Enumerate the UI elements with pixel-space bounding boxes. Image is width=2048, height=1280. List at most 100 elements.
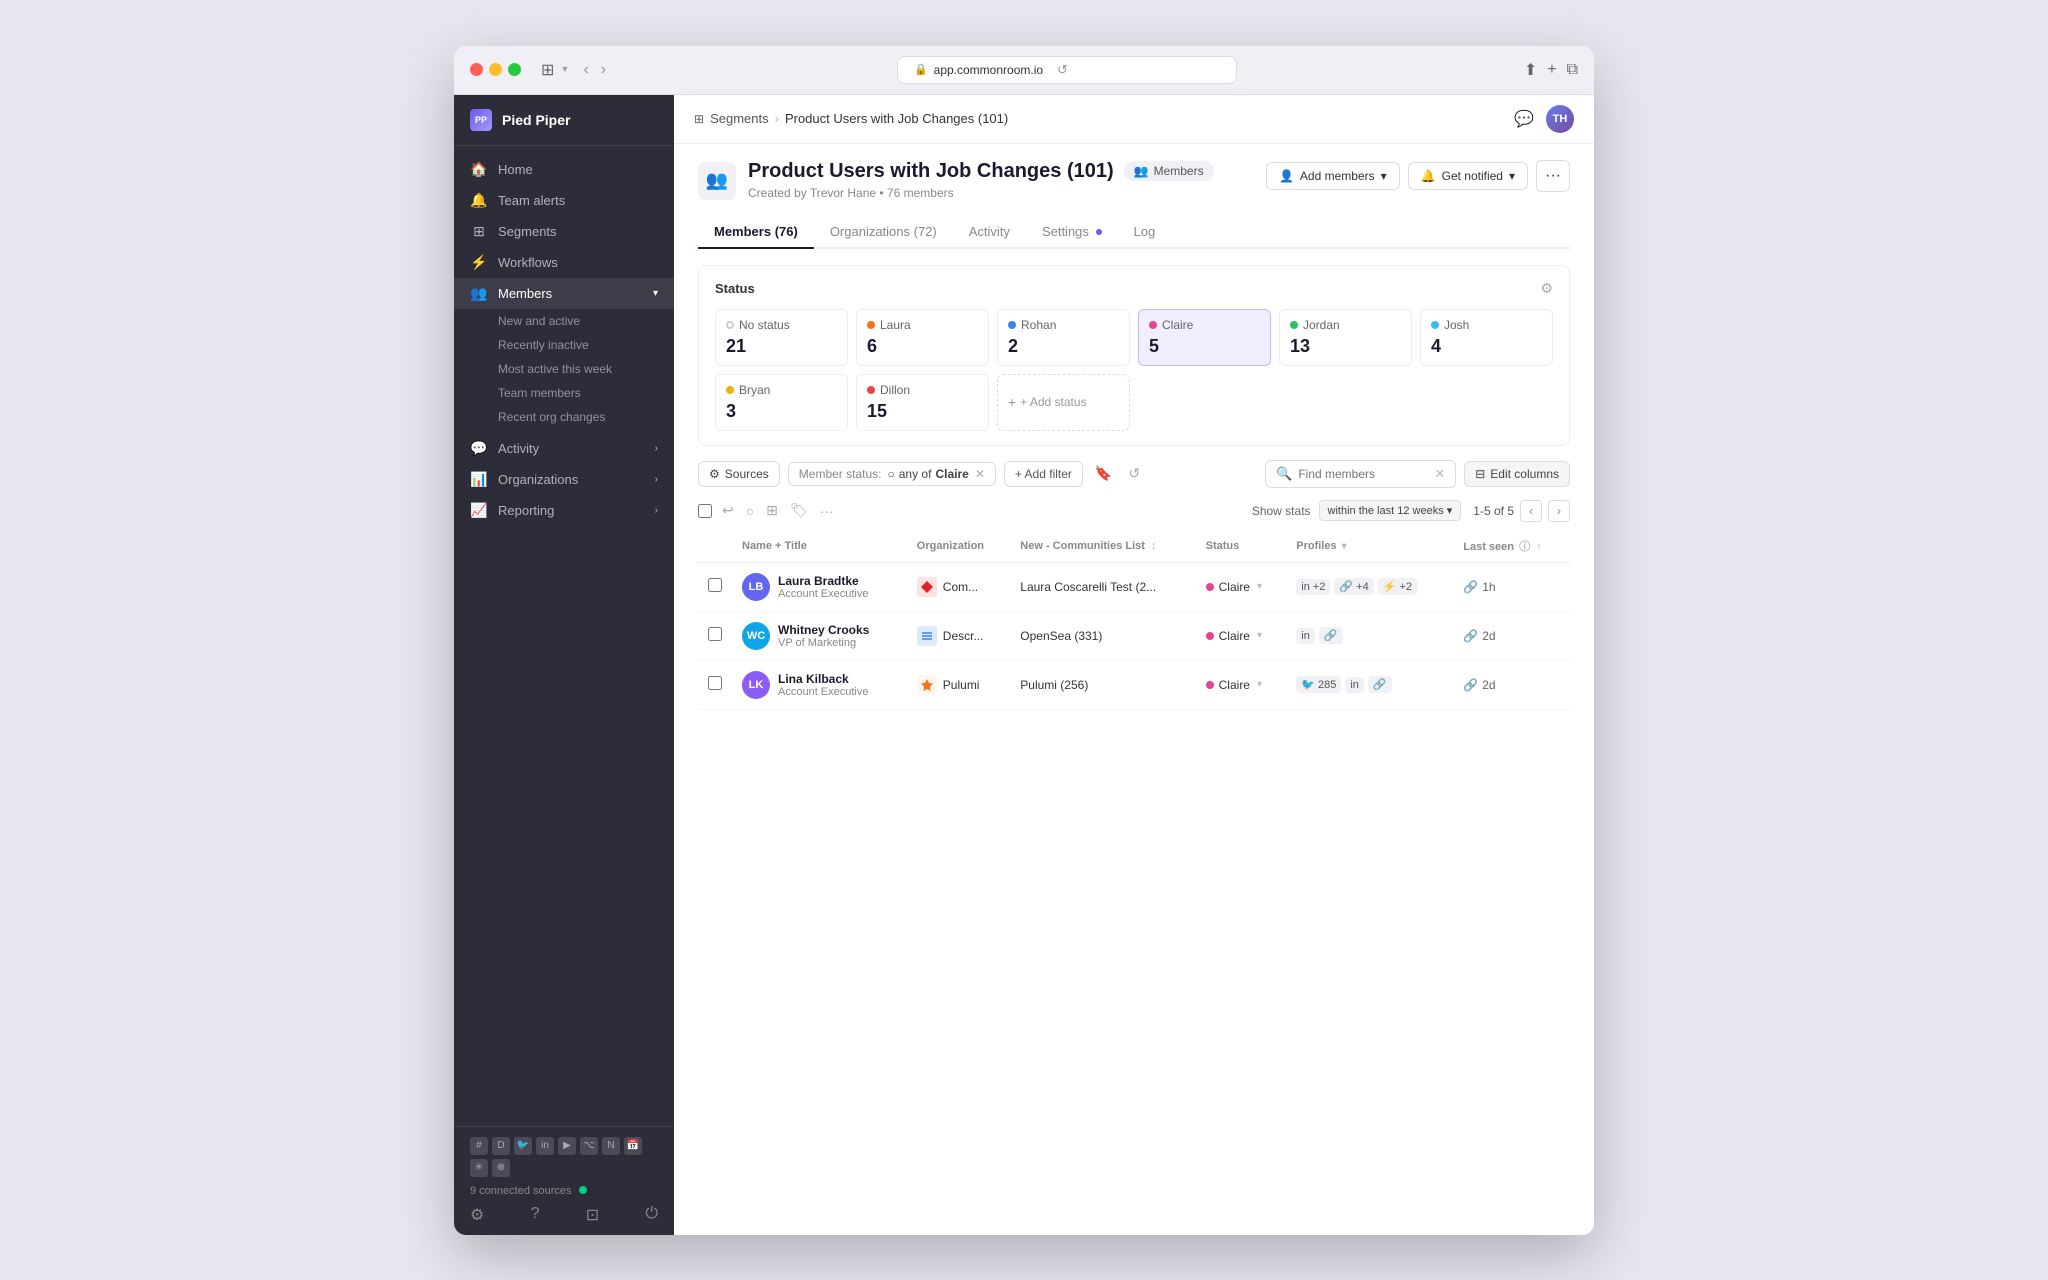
edit-columns-button[interactable]: ⊟ Edit columns [1464, 461, 1570, 487]
nav-reporting-label: Reporting [498, 503, 554, 518]
share-icon[interactable]: ⬆ [1524, 60, 1537, 80]
sidebar-item-segments[interactable]: ⊞ Segments [454, 216, 674, 247]
member-name[interactable]: Whitney Crooks [778, 623, 869, 637]
close-button[interactable] [470, 63, 483, 76]
table-row: WC Whitney Crooks VP of Marketing [698, 611, 1570, 660]
activity-icon-sm: 🔗 [1463, 629, 1478, 643]
add-members-button[interactable]: 👤 Add members ▾ [1266, 162, 1400, 190]
communities-cell: Laura Coscarelli Test (2... [1010, 562, 1195, 611]
row-checkbox[interactable] [708, 676, 722, 690]
sidebar-item-reporting[interactable]: 📈 Reporting › [454, 495, 674, 526]
sidebar-item-activity[interactable]: 💬 Activity › [454, 433, 674, 464]
maximize-button[interactable] [508, 63, 521, 76]
breadcrumb: ⊞ Segments › Product Users with Job Chan… [694, 111, 1008, 126]
search-input[interactable] [1298, 467, 1428, 481]
notion-icon: N [602, 1137, 620, 1155]
status-dropdown-icon[interactable]: ▾ [1257, 630, 1262, 641]
status-cell-josh[interactable]: Josh 4 [1420, 309, 1553, 366]
tab-organizations[interactable]: Organizations (72) [814, 216, 953, 249]
members-badge[interactable]: 👥 Members [1124, 161, 1214, 181]
sidebar-sub-team-members[interactable]: Team members [454, 381, 674, 405]
sidebar-sub-most-active[interactable]: Most active this week [454, 357, 674, 381]
profile-badge-link: 🔗 [1368, 676, 1392, 693]
add-filter-button[interactable]: + Add filter [1004, 461, 1083, 487]
calendar-icon: 📅 [624, 1137, 642, 1155]
reset-icon[interactable]: ↺ [1124, 461, 1144, 486]
member-cell: WC Whitney Crooks VP of Marketing [732, 611, 907, 660]
grid-icon[interactable]: ⊞ [764, 500, 780, 521]
row-checkbox[interactable] [708, 578, 722, 592]
new-tab-icon[interactable]: + [1547, 61, 1556, 79]
search-clear-icon[interactable]: ✕ [1434, 466, 1445, 482]
online-indicator [579, 1186, 587, 1194]
sidebar-toggle-icon[interactable]: ⊞ [541, 60, 554, 80]
user-avatar[interactable]: TH [1546, 105, 1574, 133]
power-icon[interactable]: ⏻ [645, 1205, 658, 1225]
breadcrumb-parent[interactable]: Segments [710, 111, 769, 126]
tag-icon[interactable]: 🏷 [788, 500, 810, 521]
tab-activity[interactable]: Activity [953, 216, 1026, 249]
forward-arrow-icon[interactable]: › [597, 59, 610, 81]
member-name[interactable]: Lina Kilback [778, 672, 869, 686]
browser-controls: ⊞ ▾ ‹ › [541, 59, 610, 81]
more-options-button[interactable]: ··· [1536, 160, 1570, 192]
profile-badge-link: 🔗 [1319, 627, 1343, 644]
sidebar-item-home[interactable]: 🏠 Home [454, 154, 674, 185]
dillon-status-dot [867, 386, 875, 394]
settings-icon[interactable]: ⚙ [470, 1205, 484, 1225]
stats-dropdown[interactable]: within the last 12 weeks ▾ [1319, 500, 1462, 521]
status-cell-jordan[interactable]: Jordan 13 [1279, 309, 1412, 366]
add-status-cell[interactable]: + + Add status [997, 374, 1130, 431]
org-name[interactable]: Pulumi [943, 678, 980, 692]
filter-close-icon[interactable]: ✕ [975, 467, 985, 481]
status-cell-no-status[interactable]: No status 21 [715, 309, 848, 366]
refresh-icon[interactable]: ↺ [1057, 62, 1068, 78]
sidebar-item-team-alerts[interactable]: 🔔 Team alerts [454, 185, 674, 216]
section-header: Status ⚙ [715, 280, 1553, 297]
circle-action-icon[interactable]: ○ [744, 501, 756, 521]
status-cell-claire[interactable]: Claire 5 [1138, 309, 1271, 366]
sidebar-item-organizations[interactable]: 📊 Organizations › [454, 464, 674, 495]
status-dropdown-icon[interactable]: ▾ [1257, 581, 1262, 592]
minimize-button[interactable] [489, 63, 502, 76]
columns-icon: ⊟ [1475, 467, 1485, 481]
apps-icon[interactable]: ⊡ [586, 1205, 599, 1225]
profile-badge-link: 🔗 +4 [1334, 578, 1373, 595]
sidebar-item-members[interactable]: 👥 Members ▾ [454, 278, 674, 309]
more-icon[interactable]: ··· [818, 501, 836, 521]
sidebar-item-workflows[interactable]: ⚡ Workflows [454, 247, 674, 278]
tab-settings[interactable]: Settings [1026, 216, 1118, 249]
help-icon[interactable]: ? [531, 1205, 540, 1225]
back-arrow-icon[interactable]: ‹ [579, 59, 592, 81]
nav-team-alerts-label: Team alerts [498, 193, 565, 208]
status-cell-dillon[interactable]: Dillon 15 [856, 374, 989, 431]
sidebar-sub-new-and-active[interactable]: New and active [454, 309, 674, 333]
org-logo [917, 626, 937, 646]
address-bar[interactable]: 🔒 app.commonroom.io ↺ [897, 56, 1237, 84]
sources-filter-button[interactable]: ⚙ Sources [698, 461, 780, 487]
status-cell-rohan[interactable]: Rohan 2 [997, 309, 1130, 366]
get-notified-button[interactable]: 🔔 Get notified ▾ [1408, 162, 1528, 190]
profiles-dropdown-icon[interactable]: ▾ [1342, 541, 1347, 552]
prev-page-button[interactable]: ‹ [1520, 500, 1542, 522]
chat-icon[interactable]: 💬 [1514, 109, 1534, 129]
member-name[interactable]: Laura Bradtke [778, 574, 869, 588]
status-dropdown-icon[interactable]: ▾ [1257, 679, 1262, 690]
tab-members[interactable]: Members (76) [698, 216, 814, 249]
org-name[interactable]: Descr... [943, 629, 984, 643]
org-name[interactable]: Com... [943, 580, 978, 594]
pagination: 1-5 of 5 ‹ › [1473, 500, 1570, 522]
status-cell-bryan[interactable]: Bryan 3 [715, 374, 848, 431]
tab-log[interactable]: Log [1118, 216, 1172, 249]
status-empty-1 [1138, 374, 1271, 431]
settings-gear-icon[interactable]: ⚙ [1540, 280, 1553, 297]
undo-icon[interactable]: ↩ [720, 500, 736, 521]
next-page-button[interactable]: › [1548, 500, 1570, 522]
sidebar-sub-recently-inactive[interactable]: Recently inactive [454, 333, 674, 357]
status-cell-laura[interactable]: Laura 6 [856, 309, 989, 366]
select-all-checkbox[interactable] [698, 504, 712, 518]
row-checkbox[interactable] [708, 627, 722, 641]
bookmark-icon[interactable]: 🔖 [1091, 461, 1116, 486]
sidebar-sub-recent-org-changes[interactable]: Recent org changes [454, 405, 674, 429]
tabs-icon[interactable]: ⧉ [1567, 61, 1578, 79]
